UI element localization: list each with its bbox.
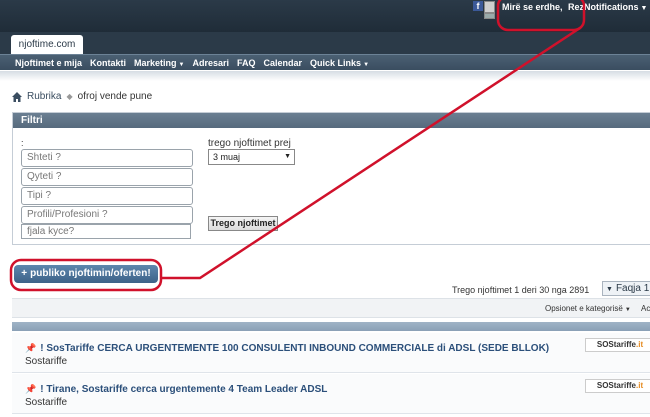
nav-item-label: Kontakti	[90, 57, 127, 68]
nav-item-label: Njoftimet e mija	[15, 57, 83, 68]
listing-title: ! SosTariffe CERCA URGENTEMENTE 100 CONS…	[40, 343, 550, 354]
list-item: 📌! Tirane, Sostariffe cerca urgentemente…	[12, 374, 650, 414]
filter-colon: :	[21, 138, 24, 148]
avatar-badge	[484, 13, 495, 19]
list-item: 📌! SosTariffe CERCA URGENTEMENTE 100 CON…	[12, 333, 650, 373]
logo-suffix: .it	[636, 381, 644, 390]
listing-title-link[interactable]: 📌! Tirane, Sostariffe cerca urgentemente…	[25, 384, 327, 395]
nav-item-my-listings[interactable]: Njoftimet e mija	[15, 58, 82, 68]
nav-item-marketing[interactable]: Marketing ▼	[134, 58, 184, 68]
notifications-menu[interactable]: Notifications ▼	[584, 2, 647, 12]
type-field[interactable]: Tipi ?	[21, 187, 193, 205]
page-nav[interactable]: ▼ Faqja 1	[602, 281, 650, 296]
nav-item-calendar[interactable]: Calendar	[264, 58, 303, 68]
sort-column[interactable]: Ac	[641, 304, 650, 313]
notifications-label: Notifications	[584, 2, 639, 12]
keyword-field[interactable]: fjala kyce?	[21, 224, 191, 239]
nav-item-quick-links[interactable]: Quick Links ▼	[310, 58, 369, 68]
nav-item-label: Quick Links	[310, 57, 362, 68]
filter-heading: Filtri	[13, 113, 650, 128]
nav-item-label: Marketing	[134, 57, 177, 68]
chevron-down-icon: ▼	[178, 61, 185, 68]
logo-suffix: .it	[636, 340, 644, 349]
facebook-icon[interactable]: f	[473, 1, 483, 11]
company-logo: SOStariffe.it	[585, 379, 650, 393]
profile-field[interactable]: Profili/Profesioni ?	[21, 206, 193, 224]
chevron-down-icon: ▼	[606, 286, 613, 293]
category-options[interactable]: Opsionet e kategorisë ▼	[545, 304, 631, 313]
chevron-down-icon: ▼	[363, 61, 370, 68]
category-options-label: Opsionet e kategorisë	[545, 304, 623, 313]
period-label: trego njoftimet prej	[208, 138, 291, 149]
pin-icon: 📌	[25, 384, 37, 394]
site-header	[0, 32, 650, 54]
listing-title: ! Tirane, Sostariffe cerca urgentemente …	[40, 384, 328, 395]
plus-icon: +	[21, 268, 28, 279]
breadcrumb-root[interactable]: Rubrika	[27, 91, 61, 102]
home-icon[interactable]	[12, 91, 22, 102]
listing-header	[12, 322, 650, 331]
region-field[interactable]: Shteti ?	[21, 149, 193, 167]
greeting: Mirë se erdhe, Rezi	[502, 2, 587, 12]
nav-item-label: Adresari	[192, 57, 230, 68]
pin-icon: 📌	[25, 343, 37, 353]
avatar[interactable]	[484, 1, 495, 13]
period-value: 3 muaj	[213, 152, 241, 162]
filter-panel: Filtri : Shteti ? Qyteti ? Tipi ? Profil…	[12, 112, 650, 245]
period-select[interactable]: 3 muaj ▼	[208, 149, 295, 165]
nav-item-contact[interactable]: Kontakti	[90, 58, 126, 68]
publish-button-label: publiko njoftimin/oferten!	[30, 268, 151, 279]
breadcrumb-current: ofroj vende pune	[77, 91, 153, 102]
chevron-down-icon: ▼	[284, 153, 291, 160]
show-listings-button[interactable]: Trego njoftimet	[208, 216, 278, 231]
company-logo: SOStariffe.it	[585, 338, 650, 352]
listing-author[interactable]: Sostariffe	[25, 397, 67, 408]
listing-title-link[interactable]: 📌! SosTariffe CERCA URGENTEMENTE 100 CON…	[25, 343, 549, 354]
site-tab[interactable]: njoftime.com	[11, 35, 83, 54]
logo-text: SOStariffe	[596, 381, 636, 390]
nav-shadow	[0, 71, 650, 81]
listing-author[interactable]: Sostariffe	[25, 356, 67, 367]
nav-item-directory[interactable]: Adresari	[192, 58, 229, 68]
nav-item-label: FAQ	[237, 57, 256, 68]
breadcrumb-separator-icon: ◆	[66, 92, 73, 101]
nav-item-faq[interactable]: FAQ	[237, 58, 256, 68]
publish-button[interactable]: + publiko njoftimin/oferten!	[14, 265, 158, 283]
chevron-down-icon: ▼	[640, 5, 648, 12]
city-field[interactable]: Qyteti ?	[21, 168, 193, 186]
main-nav: Njoftimet e mija Kontakti Marketing ▼ Adr…	[0, 54, 650, 70]
page: f Mirë se erdhe, Rezi Notifications ▼ njo…	[0, 0, 650, 417]
page-label: Faqja 1	[615, 283, 650, 294]
greeting-text: Mirë se erdhe,	[502, 2, 563, 12]
breadcrumb: Rubrika ◆ ofroj vende pune	[12, 91, 152, 102]
nav-item-label: Calendar	[263, 57, 303, 68]
listing-count: Trego njoftimet 1 deri 30 nga 2891	[452, 285, 590, 295]
chevron-down-icon: ▼	[624, 307, 631, 313]
logo-text: SOStariffe	[596, 340, 636, 349]
